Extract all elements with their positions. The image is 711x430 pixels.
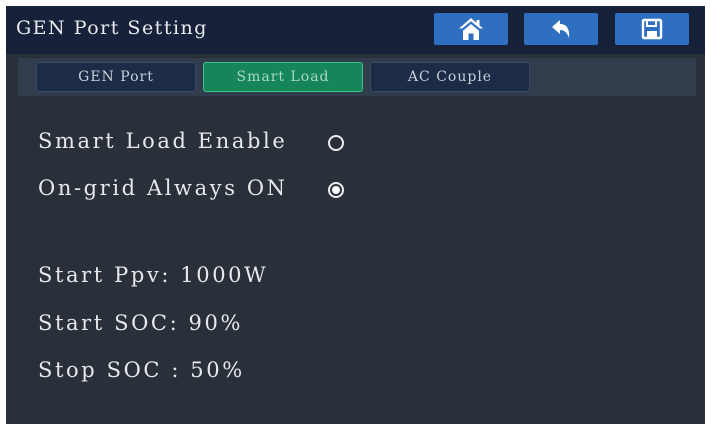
back-arrow-icon xyxy=(550,18,572,40)
tab-smart-load[interactable]: Smart Load xyxy=(203,62,363,92)
on-grid-always-on-label: On-grid Always ON xyxy=(38,176,288,200)
tab-gen-port[interactable]: GEN Port xyxy=(36,62,196,92)
back-button[interactable] xyxy=(524,13,598,45)
page-title: GEN Port Setting xyxy=(16,17,208,39)
gen-port-setting-screen: GEN Port Setting GEN Port Smart Load AC … xyxy=(6,6,705,424)
save-icon xyxy=(641,18,663,40)
home-button[interactable] xyxy=(434,13,508,45)
tab-strip: GEN Port Smart Load AC Couple xyxy=(18,58,696,96)
save-button[interactable] xyxy=(615,13,689,45)
tab-ac-couple-label: AC Couple xyxy=(407,69,493,85)
stop-soc-value: Stop SOC : 50% xyxy=(38,358,245,382)
smart-load-enable-label: Smart Load Enable xyxy=(38,129,288,153)
start-ppv-value: Start Ppv: 1000W xyxy=(38,263,269,287)
header-bar: GEN Port Setting xyxy=(6,6,705,54)
tab-smart-load-label: Smart Load xyxy=(236,69,330,85)
on-grid-always-on-radio[interactable] xyxy=(328,182,344,198)
tab-gen-port-label: GEN Port xyxy=(78,69,154,85)
smart-load-enable-radio[interactable] xyxy=(328,135,344,151)
home-icon xyxy=(458,17,484,41)
tab-ac-couple[interactable]: AC Couple xyxy=(370,62,530,92)
start-soc-value: Start SOC: 90% xyxy=(38,311,243,335)
